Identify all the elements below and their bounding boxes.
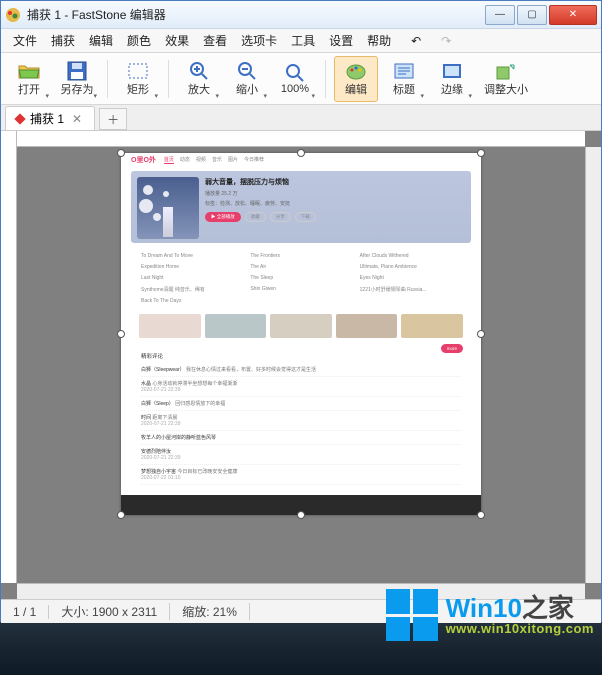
status-bar: 1 / 1 大小: 1900 x 2311 缩放: 21% — [1, 599, 601, 623]
resize-handle[interactable] — [477, 511, 485, 519]
menu-settings[interactable]: 设置 — [323, 29, 359, 52]
undo-icon[interactable]: ↶ — [405, 31, 427, 51]
separator — [107, 60, 108, 98]
edge-label: 边缘 — [441, 81, 463, 97]
menu-bar: 文件 捕获 编辑 颜色 效果 查看 选项卡 工具 设置 帮助 ↶ ↷ — [1, 29, 601, 53]
banner-author: 播放量 25.2 万 — [205, 190, 465, 197]
zoomout-label: 缩小 — [236, 81, 258, 97]
caption-label: 标题 — [393, 81, 415, 97]
menu-file[interactable]: 文件 — [7, 29, 43, 52]
rect-label: 矩形 — [127, 81, 149, 97]
scrollbar-vertical[interactable] — [585, 147, 601, 583]
resize-handle[interactable] — [477, 149, 485, 157]
menu-edit[interactable]: 编辑 — [83, 29, 119, 52]
page-logo: O里O外 — [131, 155, 156, 165]
menu-view[interactable]: 查看 — [197, 29, 233, 52]
separator — [168, 60, 169, 98]
saveas-button[interactable]: 另存为▾ — [55, 56, 99, 102]
viewport[interactable]: O里O外 首页 动态 视频 音乐 图片 今日推荐 — [17, 147, 585, 583]
thumbnail — [205, 314, 267, 338]
app-window: 捕获 1 - FastStone 编辑器 — ▢ ✕ 文件 捕获 编辑 颜色 效… — [0, 0, 602, 622]
ruler-vertical[interactable] — [1, 131, 17, 583]
page-banner: 弱大音量，摆脱压力与烦恼 播放量 25.2 万 标签：检测、放松、睡眠、疲劳、安… — [131, 171, 471, 243]
caption-icon — [393, 61, 415, 81]
tab-strip: 捕获 1 ✕ ＋ — [1, 105, 601, 131]
rect-button[interactable]: 矩形▾ — [116, 56, 160, 102]
thumbnail — [336, 314, 398, 338]
tab-add-button[interactable]: ＋ — [99, 108, 127, 130]
minimize-button[interactable]: — — [485, 5, 515, 25]
tab-close-button[interactable]: ✕ — [70, 112, 84, 126]
titlebar[interactable]: 捕获 1 - FastStone 编辑器 — ▢ ✕ — [1, 1, 601, 29]
resize-handle[interactable] — [477, 330, 485, 338]
open-label: 打开 — [18, 81, 40, 97]
menu-tools[interactable]: 工具 — [285, 29, 321, 52]
modified-indicator-icon — [14, 113, 25, 124]
menu-tabs[interactable]: 选项卡 — [235, 29, 283, 52]
album-art — [137, 177, 199, 239]
resize-handle[interactable] — [117, 511, 125, 519]
rect-select-icon — [127, 61, 149, 81]
canvas-area: O里O外 首页 动态 视频 音乐 图片 今日推荐 — [1, 131, 601, 599]
caption-button[interactable]: 标题▾ — [382, 56, 426, 102]
captured-page[interactable]: O里O外 首页 动态 视频 音乐 图片 今日推荐 — [121, 153, 481, 515]
resize-label: 调整大小 — [484, 81, 528, 97]
magnifier-icon — [284, 63, 306, 83]
status-page: 1 / 1 — [1, 605, 49, 619]
zoomout-button[interactable]: 缩小▾ — [225, 56, 269, 102]
banner-title: 弱大音量，摆脱压力与烦恼 — [205, 177, 465, 187]
scrollbar-horizontal[interactable] — [17, 583, 585, 599]
play-all-pill: ▶ 全部播放 — [205, 212, 241, 222]
zoom100-label: 100% — [281, 83, 309, 95]
app-icon — [5, 7, 21, 23]
resize-handle[interactable] — [117, 149, 125, 157]
edge-button[interactable]: 边缘▾ — [430, 56, 474, 102]
menu-help[interactable]: 帮助 — [361, 29, 397, 52]
tab-capture-1[interactable]: 捕获 1 ✕ — [5, 106, 95, 130]
menu-color[interactable]: 颜色 — [121, 29, 157, 52]
thumbnail-row — [121, 310, 481, 342]
thumbnail — [139, 314, 201, 338]
edge-icon — [441, 61, 463, 81]
close-button[interactable]: ✕ — [549, 5, 597, 25]
resize-handle[interactable] — [117, 330, 125, 338]
folder-open-icon — [18, 61, 40, 81]
menu-effect[interactable]: 效果 — [159, 29, 195, 52]
zoomin-button[interactable]: 放大▾ — [177, 56, 221, 102]
page-nav: 首页 动态 视频 音乐 图片 今日推荐 — [164, 156, 264, 164]
palette-icon — [345, 61, 367, 81]
comments-section: 精彩评论 白狮（Sleepwear） 我在休息心情过来看看，布置、好多时候会觉得… — [121, 346, 481, 491]
resize-icon — [495, 61, 517, 81]
maximize-button[interactable]: ▢ — [517, 5, 547, 25]
toolbar: 打开▾ 另存为▾ 矩形▾ 放大▾ 缩小▾ 100%▾ 编辑 — [1, 53, 601, 105]
zoom-out-icon — [236, 61, 258, 81]
banner-tags: 标签：检测、放松、睡眠、疲劳、安抚 — [205, 200, 465, 207]
status-size: 大小: 1900 x 2311 — [49, 603, 170, 620]
edit-button[interactable]: 编辑 — [334, 56, 378, 102]
thumbnail — [270, 314, 332, 338]
edit-label: 编辑 — [345, 81, 367, 97]
resize-button[interactable]: 调整大小 — [478, 56, 534, 102]
ruler-horizontal[interactable] — [1, 131, 585, 147]
track-list: To Dream And To MoveThe FrontiersAfter C… — [121, 247, 481, 310]
tab-label: 捕获 1 — [30, 110, 64, 127]
zoom100-button[interactable]: 100%▾ — [273, 56, 317, 102]
open-button[interactable]: 打开▾ — [7, 56, 51, 102]
window-title: 捕获 1 - FastStone 编辑器 — [27, 6, 483, 23]
zoom-in-icon — [188, 61, 210, 81]
floppy-icon — [66, 61, 88, 81]
separator — [325, 60, 326, 98]
resize-handle[interactable] — [297, 149, 305, 157]
saveas-label: 另存为 — [61, 81, 94, 97]
thumbnail — [401, 314, 463, 338]
status-zoom: 缩放: 21% — [170, 603, 250, 620]
menu-capture[interactable]: 捕获 — [45, 29, 81, 52]
redo-icon[interactable]: ↷ — [435, 31, 457, 51]
zoomin-label: 放大 — [188, 81, 210, 97]
resize-handle[interactable] — [297, 511, 305, 519]
